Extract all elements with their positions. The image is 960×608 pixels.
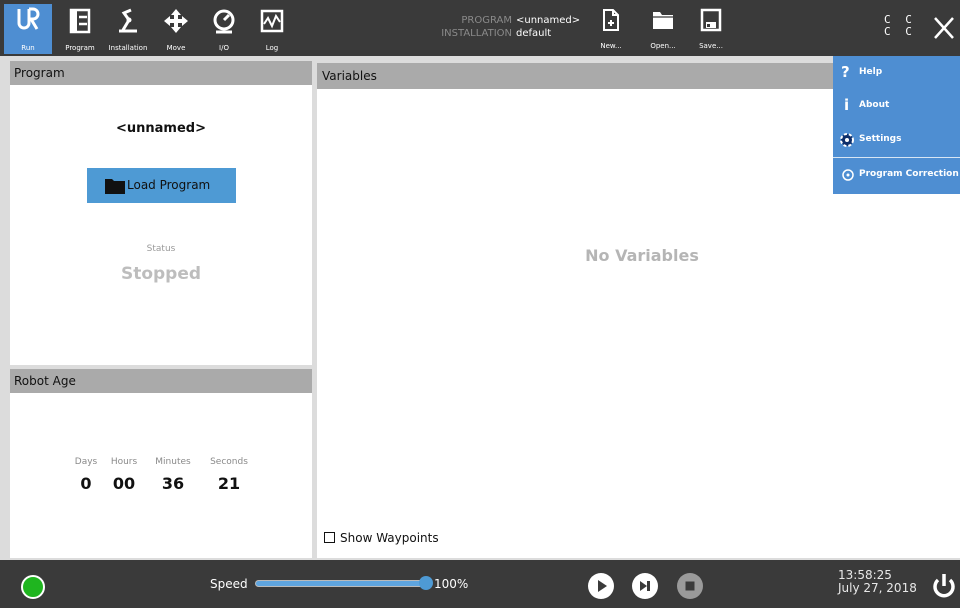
age-days: Days 0 <box>68 457 104 493</box>
nav-label-program: Program <box>65 44 95 52</box>
close-menu-button[interactable] <box>930 12 958 44</box>
open-button-label: Open... <box>650 42 676 50</box>
new-file-icon <box>603 9 619 31</box>
program-value: <unnamed> <box>516 15 581 26</box>
speed-value: 100% <box>434 577 469 591</box>
io-gauge-icon <box>213 9 235 34</box>
load-program-button[interactable]: Load Program <box>87 168 236 203</box>
installation-key: INSTALLATION <box>441 28 512 39</box>
age-days-unit: Days <box>74 457 98 467</box>
show-waypoints-label: Show Waypoints <box>340 531 439 545</box>
age-minutes-value: 36 <box>161 474 185 493</box>
nav-label-io: I/O <box>219 44 229 52</box>
nav-tab-move[interactable]: Move <box>152 4 200 54</box>
age-hours-value: 00 <box>112 474 136 493</box>
open-folder-icon <box>653 12 673 29</box>
no-variables-text: No Variables <box>585 246 699 265</box>
age-hours: Hours 00 <box>106 457 142 493</box>
save-button-label: Save... <box>699 42 723 50</box>
load-program-label: Load Program <box>127 178 211 192</box>
nav-label-installation: Installation <box>108 44 148 52</box>
nav-tab-run[interactable]: Run <box>4 4 52 54</box>
menu-item-help[interactable]: ? Help <box>833 56 960 89</box>
nav-label-log: Log <box>265 44 279 52</box>
power-icon <box>933 574 955 598</box>
folder-icon <box>105 179 125 194</box>
program-panel: Program <unnamed> Load Program Status St… <box>10 61 312 365</box>
installation-value: default <box>516 28 552 39</box>
top-bar: Run Program Installation Move I/O Log PR… <box>0 0 960 56</box>
robot-age-title: Robot Age <box>10 369 312 393</box>
step-button[interactable] <box>632 573 658 599</box>
move-arrows-icon <box>164 9 188 33</box>
age-seconds-unit: Seconds <box>210 457 248 467</box>
age-days-value: 0 <box>80 474 92 493</box>
program-info: PROGRAM <unnamed> INSTALLATION default <box>430 14 580 40</box>
date-time: 13:58:25 July 27, 2018 <box>838 569 917 595</box>
step-icon <box>640 581 650 591</box>
robot-arm-icon <box>119 8 137 33</box>
power-status-indicator[interactable] <box>21 575 45 599</box>
menu-label-about: About <box>859 100 890 110</box>
nav-label-move: Move <box>166 44 186 52</box>
speed-label: Speed <box>210 577 248 591</box>
shutdown-button[interactable] <box>930 571 958 601</box>
new-button-label: New... <box>600 42 622 50</box>
age-minutes: Minutes 36 <box>150 457 196 493</box>
save-disk-icon <box>700 8 722 32</box>
mode-indicator-line2: C C <box>884 25 916 38</box>
nav-tab-log[interactable]: Log <box>248 4 296 54</box>
menu-label-help: Help <box>859 67 883 77</box>
nav-tab-program[interactable]: Program <box>56 4 104 54</box>
age-seconds-value: 21 <box>217 474 241 493</box>
status-value: Stopped <box>120 264 202 284</box>
clock-date: July 27, 2018 <box>838 581 917 595</box>
info-icon: i <box>844 96 850 114</box>
ur-logo-icon <box>17 7 40 30</box>
speed-slider-track[interactable] <box>255 580 427 587</box>
new-button[interactable]: New... <box>591 8 631 52</box>
nav-label-run: Run <box>21 44 35 52</box>
play-icon <box>598 580 607 592</box>
program-key: PROGRAM <box>461 15 512 26</box>
menu-item-settings[interactable]: Settings <box>833 123 960 156</box>
age-hours-unit: Hours <box>110 457 138 467</box>
speed-slider-knob[interactable] <box>419 576 433 590</box>
log-chart-icon <box>260 9 284 33</box>
bottom-bar: Speed 100% 13:58:25 July 27, 2018 <box>0 560 960 608</box>
stop-button[interactable] <box>677 573 703 599</box>
program-panel-title: Program <box>10 61 312 85</box>
robot-age-panel: Robot Age Days 0 Hours 00 Minutes 36 Sec… <box>10 369 312 558</box>
menu-item-about[interactable]: i About <box>833 89 960 122</box>
program-tree-icon <box>69 8 91 34</box>
close-icon <box>934 17 954 39</box>
play-button[interactable] <box>588 573 614 599</box>
save-button[interactable]: Save... <box>691 8 731 52</box>
hamburger-menu: ? Help i About Settings Program Correcti… <box>833 56 960 194</box>
nav-tab-installation[interactable]: Installation <box>104 4 152 54</box>
gear-icon <box>840 133 854 147</box>
help-icon: ? <box>841 63 850 81</box>
age-minutes-unit: Minutes <box>155 457 191 467</box>
mode-indicator[interactable]: C C C C <box>884 14 916 38</box>
age-seconds: Seconds 21 <box>204 457 254 493</box>
target-icon <box>842 169 854 181</box>
stop-icon <box>685 581 695 591</box>
status-label: Status <box>146 244 176 254</box>
nav-tab-io[interactable]: I/O <box>200 4 248 54</box>
checkbox-box[interactable] <box>324 532 335 543</box>
menu-item-program-correction[interactable]: Program Correction <box>833 158 960 191</box>
menu-label-settings: Settings <box>859 134 902 144</box>
menu-label-program-correction: Program Correction <box>859 169 959 179</box>
open-button[interactable]: Open... <box>643 8 683 52</box>
program-name: <unnamed> <box>116 121 206 136</box>
show-waypoints-checkbox[interactable]: Show Waypoints <box>324 531 439 545</box>
